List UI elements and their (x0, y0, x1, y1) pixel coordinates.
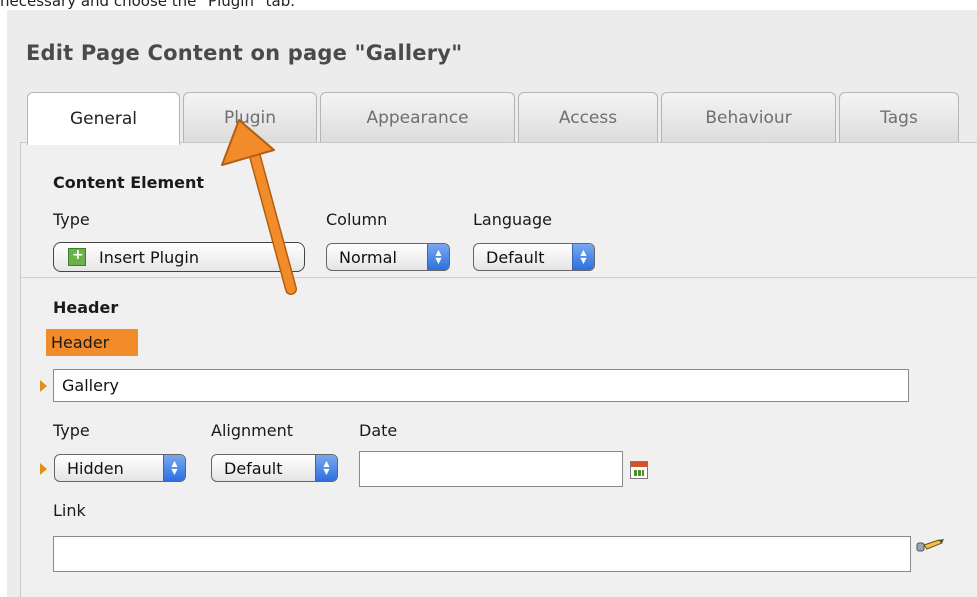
triangle-marker-icon (40, 463, 47, 475)
section-divider (21, 277, 977, 278)
alignment-label: Alignment (211, 421, 293, 440)
edit-content-window: Edit Page Content on page "Gallery" Gene… (7, 10, 977, 597)
tab-general[interactable]: General (27, 92, 180, 145)
plugin-icon (68, 247, 86, 266)
tab-label: Behaviour (705, 108, 792, 128)
header-type-label: Type (53, 421, 90, 440)
tab-label: Appearance (366, 108, 469, 128)
link-input[interactable] (53, 536, 911, 572)
column-select[interactable]: Normal ▲ ▼ (326, 243, 450, 271)
alignment-select[interactable]: Default ▲ ▼ (211, 454, 338, 482)
type-label: Type (53, 210, 90, 229)
tab-plugin[interactable]: Plugin (183, 92, 317, 143)
tab-label: General (70, 109, 137, 129)
general-tab-panel: Content Element Type Column Language Ins… (20, 142, 977, 597)
tab-behaviour[interactable]: Behaviour (661, 92, 836, 143)
content-element-heading: Content Element (53, 173, 205, 192)
tab-appearance[interactable]: Appearance (320, 92, 515, 143)
content-type-value: Insert Plugin (99, 247, 199, 267)
header-input[interactable]: Gallery (53, 369, 909, 402)
language-value: Default (486, 247, 545, 267)
header-type-value: Hidden (67, 458, 124, 478)
pencil-wizard-icon[interactable] (915, 537, 945, 557)
header-field-tag: Header (46, 329, 138, 356)
header-heading: Header (53, 298, 119, 317)
column-label: Column (326, 210, 388, 229)
header-type-select[interactable]: Hidden ▲ ▼ (54, 454, 186, 482)
caption-text: necessary and choose the "Plugin" tab. (0, 0, 295, 10)
tab-access[interactable]: Access (518, 92, 658, 143)
link-label: Link (53, 501, 86, 520)
date-label: Date (359, 421, 398, 440)
tab-bar: General Plugin Appearance Access Behavio… (27, 92, 977, 145)
calendar-icon[interactable] (630, 461, 648, 479)
tab-label: Access (558, 108, 618, 128)
alignment-value: Default (224, 458, 283, 478)
header-input-value: Gallery (62, 376, 119, 395)
tab-label: Plugin (223, 108, 277, 128)
date-input[interactable] (359, 451, 623, 487)
column-value: Normal (339, 247, 397, 267)
tab-tags[interactable]: Tags (839, 92, 959, 143)
triangle-marker-icon (40, 380, 47, 392)
tab-label: Tags (880, 108, 918, 128)
select-arrows-icon: ▲ ▼ (427, 244, 449, 270)
select-arrows-icon: ▲ ▼ (163, 455, 185, 481)
language-select[interactable]: Default ▲ ▼ (473, 243, 595, 271)
select-arrows-icon: ▲ ▼ (315, 455, 337, 481)
page-title: Edit Page Content on page "Gallery" (26, 41, 463, 65)
language-label: Language (473, 210, 552, 229)
content-type-select[interactable]: Insert Plugin (53, 242, 305, 272)
select-arrows-icon: ▲ ▼ (572, 244, 594, 270)
